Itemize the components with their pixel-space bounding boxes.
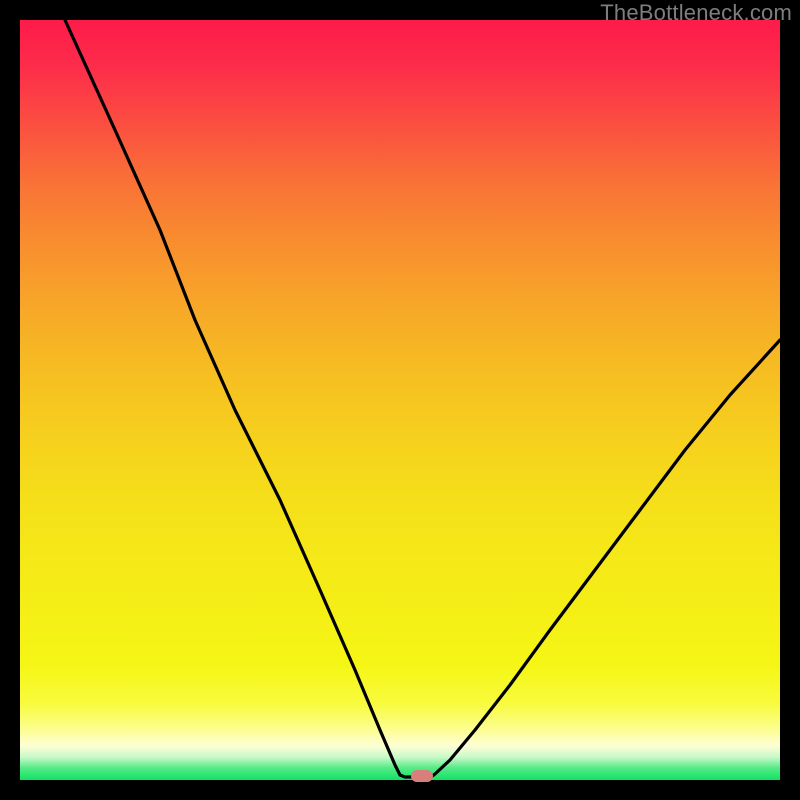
watermark-label: TheBottleneck.com — [600, 0, 792, 26]
min-marker — [411, 770, 433, 782]
chart-stage: TheBottleneck.com — [0, 0, 800, 800]
bottleneck-curve — [20, 20, 780, 780]
plot-area — [20, 20, 780, 780]
